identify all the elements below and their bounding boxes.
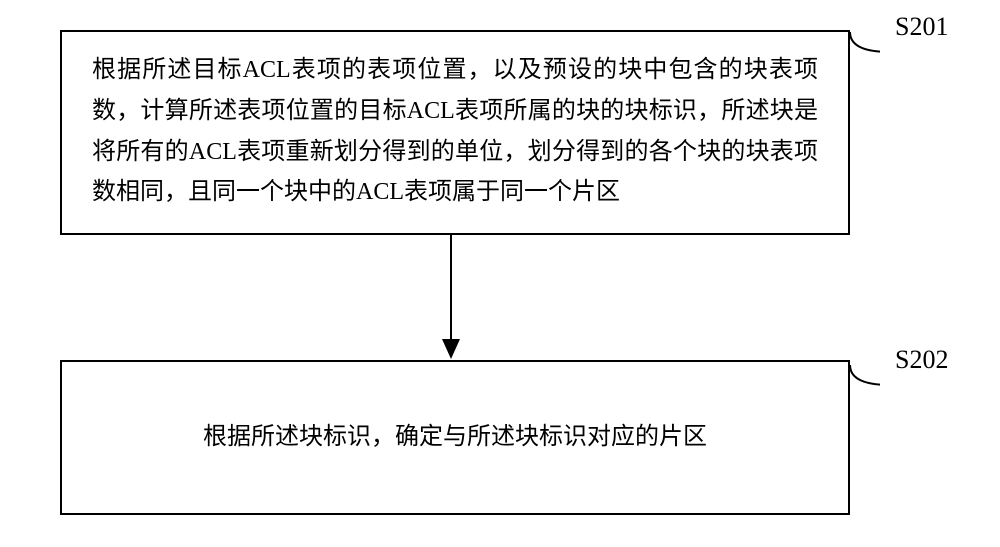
- step-label-s201: S201: [895, 12, 948, 42]
- arrow-s201-to-s202: [450, 235, 452, 360]
- step-text-s201: 根据所述目标ACL表项的表项位置，以及预设的块中包含的块表项数，计算所述表项位置…: [92, 57, 818, 205]
- label-connector-s201: [840, 10, 880, 60]
- step-text-s202: 根据所述块标识，确定与所述块标识对应的片区: [203, 417, 707, 458]
- step-label-s202: S202: [895, 345, 948, 375]
- step-box-s201: 根据所述目标ACL表项的表项位置，以及预设的块中包含的块表项数，计算所述表项位置…: [60, 30, 850, 235]
- arrow-line: [450, 235, 452, 344]
- flowchart-container: 根据所述目标ACL表项的表项位置，以及预设的块中包含的块表项数，计算所述表项位置…: [0, 0, 1000, 547]
- arrow-head-icon: [442, 339, 460, 359]
- label-connector-s202: [840, 343, 880, 393]
- step-box-s202: 根据所述块标识，确定与所述块标识对应的片区: [60, 360, 850, 515]
